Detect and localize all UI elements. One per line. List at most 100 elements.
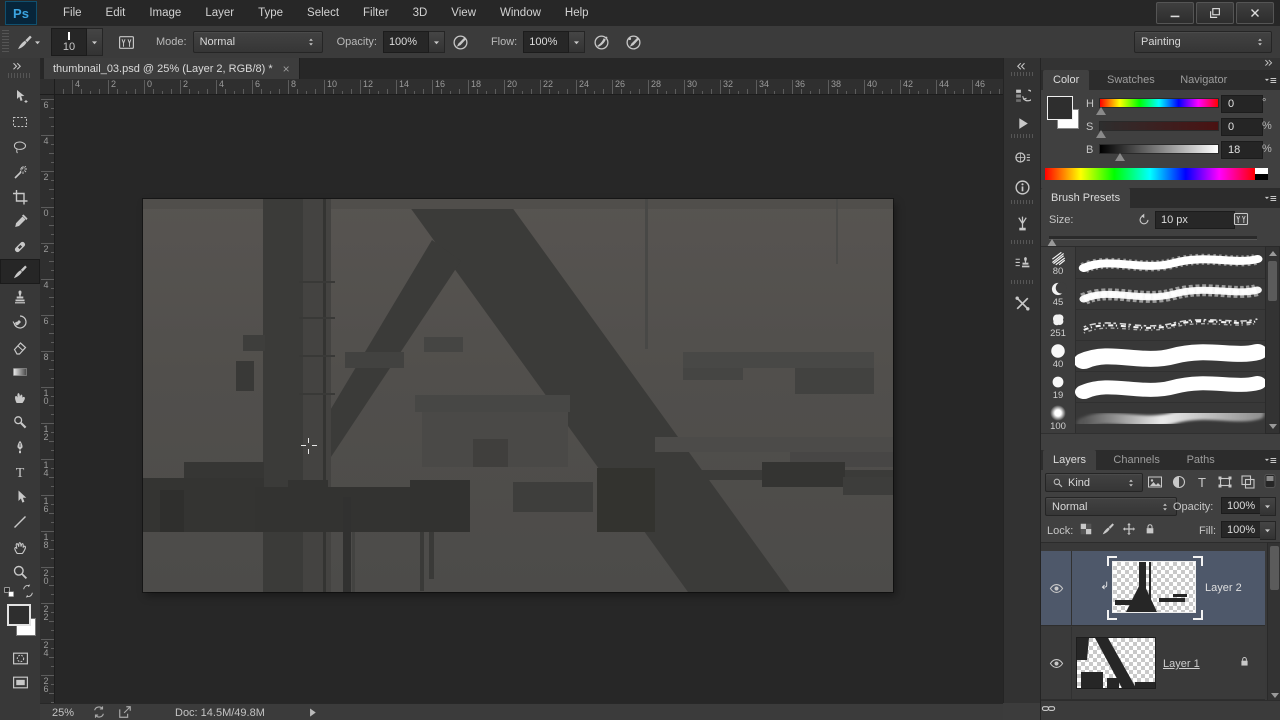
- panel-strip-grip[interactable]: [1011, 72, 1034, 76]
- filter-smart-object-icon[interactable]: [1240, 474, 1256, 490]
- layer-style-fx-icon[interactable]: fx: [1041, 716, 1280, 720]
- menu-item-image[interactable]: Image: [137, 1, 193, 26]
- tool-brush[interactable]: [0, 259, 40, 284]
- document-tab[interactable]: thumbnail_03.psd @ 25% (Layer 2, RGB/8) …: [44, 58, 300, 79]
- panel-strip-grip[interactable]: [1011, 240, 1034, 244]
- panel-button-actions[interactable]: [1004, 110, 1041, 136]
- vertical-ruler[interactable]: 642024681 01 21 41 61 82 02 22 42 62 8: [40, 94, 55, 703]
- layer-row-layer-1[interactable]: Layer 1: [1041, 627, 1265, 700]
- tool-type[interactable]: T: [0, 459, 40, 484]
- panel-button-materials[interactable]: [1004, 144, 1041, 170]
- fill-caret[interactable]: [1260, 521, 1276, 540]
- brush-preset-row[interactable]: 251: [1041, 309, 1265, 341]
- default-colors-icon[interactable]: [3, 586, 16, 599]
- scroll-thumb[interactable]: [1270, 546, 1279, 590]
- panel-menu-icon[interactable]: [1264, 454, 1277, 467]
- saturation-value[interactable]: 0: [1221, 118, 1263, 136]
- mode-select[interactable]: Normal: [192, 31, 323, 53]
- toggle-brush-panel-button[interactable]: [113, 30, 139, 54]
- tool-pen[interactable]: [0, 434, 40, 459]
- tool-clone-stamp[interactable]: [0, 284, 40, 309]
- layer-name[interactable]: Layer 2: [1205, 582, 1242, 594]
- layer-visibility-toggle[interactable]: [1041, 627, 1072, 699]
- brush-size-caret[interactable]: [87, 28, 103, 56]
- tool-marquee[interactable]: [0, 109, 40, 134]
- hue-value[interactable]: 0: [1221, 95, 1263, 113]
- horizontal-ruler[interactable]: 4 2 0 2 4 6 8 10 12 14 16 18 20 22 24 26 28 30 32 34 36 38 40 4…: [40, 79, 1003, 95]
- tool-zoom[interactable]: [0, 559, 40, 584]
- lock-all-icon[interactable]: [1143, 522, 1157, 536]
- pressure-size-icon[interactable]: [620, 30, 646, 54]
- filter-type-layers-icon[interactable]: T: [1194, 474, 1210, 490]
- options-grip[interactable]: [2, 30, 9, 54]
- toolbar-grip[interactable]: [8, 73, 32, 78]
- export-icon[interactable]: [118, 705, 132, 719]
- menu-item-file[interactable]: File: [51, 1, 94, 26]
- tab-navigator[interactable]: Navigator: [1170, 70, 1237, 90]
- saturation-slider[interactable]: [1099, 121, 1219, 131]
- layers-opacity-caret[interactable]: [1260, 497, 1276, 516]
- toggle-brush-panel-icon[interactable]: [1233, 211, 1249, 227]
- tool-dodge[interactable]: [0, 409, 40, 434]
- tool-move[interactable]: [0, 84, 40, 109]
- menu-item-3d[interactable]: 3D: [401, 1, 440, 26]
- blend-mode-select[interactable]: Normal: [1045, 497, 1177, 516]
- tool-healing-brush[interactable]: [0, 234, 40, 259]
- reset-brush-icon[interactable]: [1137, 212, 1151, 226]
- tab-channels[interactable]: Channels: [1103, 450, 1169, 470]
- sync-icon[interactable]: [92, 705, 106, 719]
- panel-button-tool-presets[interactable]: [1004, 290, 1041, 316]
- layer-name[interactable]: Layer 1: [1163, 658, 1200, 670]
- screen-mode-button[interactable]: [0, 670, 40, 695]
- workspace-select[interactable]: Painting: [1134, 31, 1272, 53]
- menu-item-edit[interactable]: Edit: [94, 1, 138, 26]
- tool-history-brush[interactable]: [0, 309, 40, 334]
- tool-line[interactable]: [0, 509, 40, 534]
- layer-filter-switch[interactable]: [1262, 473, 1278, 489]
- layer-thumbnail[interactable]: [1076, 637, 1156, 689]
- filter-pixel-layers-icon[interactable]: [1147, 474, 1163, 490]
- panel-button-history[interactable]: [1004, 82, 1041, 108]
- foreground-color-swatch[interactable]: [7, 604, 31, 626]
- hue-slider-thumb[interactable]: [1096, 107, 1106, 115]
- brush-preset-row[interactable]: 40: [1041, 340, 1268, 372]
- layer-filter-kind-select[interactable]: Kind: [1045, 473, 1143, 492]
- restore-button[interactable]: [1196, 2, 1234, 24]
- tool-path-select[interactable]: [0, 484, 40, 509]
- opacity-input[interactable]: 100%: [382, 31, 429, 53]
- color-fg-swatch[interactable]: [1047, 96, 1073, 120]
- layers-scrollbar[interactable]: [1267, 542, 1280, 702]
- menu-item-help[interactable]: Help: [553, 1, 601, 26]
- ruler-origin-corner[interactable]: [40, 79, 55, 95]
- menu-item-type[interactable]: Type: [246, 1, 295, 26]
- tool-eraser[interactable]: [0, 334, 40, 359]
- panel-button-info[interactable]: [1004, 174, 1041, 200]
- lock-pixels-icon[interactable]: [1101, 522, 1115, 536]
- menu-item-layer[interactable]: Layer: [193, 1, 246, 26]
- hue-slider[interactable]: [1099, 98, 1219, 108]
- tab-layers[interactable]: Layers: [1043, 450, 1097, 470]
- brush-list-scrollbar[interactable]: [1265, 246, 1280, 434]
- tab-brush-presets[interactable]: Brush Presets: [1041, 188, 1131, 208]
- tool-hand[interactable]: [0, 534, 40, 559]
- tool-smudge[interactable]: [0, 384, 40, 409]
- saturation-slider-thumb[interactable]: [1096, 130, 1106, 138]
- brush-size-preview[interactable]: 10: [51, 28, 87, 56]
- minimize-button[interactable]: [1156, 2, 1194, 24]
- opacity-caret[interactable]: [428, 31, 445, 53]
- tool-quick-select[interactable]: [0, 159, 40, 184]
- brush-preset-row[interactable]: 80: [1041, 247, 1265, 279]
- menu-item-select[interactable]: Select: [295, 1, 351, 26]
- brightness-slider-thumb[interactable]: [1115, 153, 1126, 161]
- airbrush-icon[interactable]: [588, 30, 614, 54]
- zoom-level[interactable]: 25%: [52, 707, 74, 719]
- flow-input[interactable]: 100%: [523, 31, 570, 53]
- quick-mask-button[interactable]: [0, 646, 40, 671]
- close-tab-icon[interactable]: ×: [283, 62, 290, 76]
- layer-thumbnail[interactable]: [1112, 561, 1196, 613]
- tool-crop[interactable]: [0, 184, 40, 209]
- panel-menu-icon[interactable]: [1264, 192, 1277, 205]
- lock-transparency-icon[interactable]: [1079, 522, 1093, 536]
- color-spectrum-ramp[interactable]: [1045, 168, 1255, 180]
- scroll-thumb[interactable]: [1268, 261, 1277, 301]
